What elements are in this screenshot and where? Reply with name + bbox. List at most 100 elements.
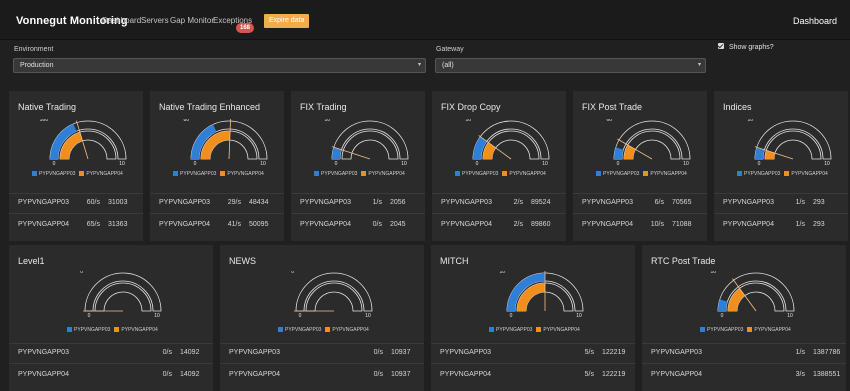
server-rate: 29/s	[227, 199, 241, 206]
card-title: FIX Drop Copy	[441, 102, 501, 112]
server-name: PYPVNGAPP04	[300, 221, 351, 228]
card-title: MITCH	[440, 256, 469, 266]
series-b-swatch	[536, 327, 542, 333]
series-b-label: PYPVNGAPP04	[227, 171, 264, 177]
card-divider	[9, 193, 143, 194]
environment-label: Environment	[14, 46, 54, 53]
show-graphs-toggle[interactable]: Show graphs?	[718, 43, 774, 51]
row-divider	[220, 363, 424, 364]
gauge-legend: PYPVNGAPP03 PYPVNGAPP04	[67, 327, 158, 333]
server-total: 70565	[672, 199, 692, 206]
series-a-label: PYPVNGAPP03	[321, 171, 358, 177]
card-divider	[150, 193, 284, 194]
gauge-max-label: 60	[606, 119, 612, 123]
server-name: PYPVNGAPP04	[651, 371, 702, 378]
card-title: Native Trading Enhanced	[159, 102, 261, 112]
gauge-legend: PYPVNGAPP03 PYPVNGAPP04	[737, 171, 828, 177]
series-a-swatch	[278, 327, 283, 333]
series-b-swatch	[643, 171, 649, 177]
server-name: PYPVNGAPP04	[18, 221, 69, 228]
gauge-legend: PYPVNGAPP03 PYPVNGAPP04	[596, 171, 687, 177]
series-b-label: PYPVNGAPP04	[368, 171, 405, 177]
server-total: 10937	[391, 371, 411, 378]
nav-link-servers[interactable]: Servers	[141, 16, 169, 25]
gateway-card-fix-post-trade: FIX Post Trade 60 0 10 PYPVNGAPP03 PYPVNGAPP0…	[573, 91, 707, 241]
server-rate: 1/s	[795, 199, 805, 206]
rate-gauge: 60 0 10	[606, 119, 691, 167]
server-name: PYPVNGAPP03	[651, 349, 702, 356]
gateway-card-level1: Level1 0 0 10 PYPVNGAPP03 PYPVNGAPP04 PYPVNGAP…	[9, 245, 213, 391]
gateway-card-rtc-post-trade: RTC Post Trade 10 0 10 PYPVNGAPP03 PYPVNGAPP0…	[642, 245, 846, 391]
environment-select-value: Production	[20, 62, 54, 69]
gauge-legend: PYPVNGAPP03 PYPVNGAPP04	[489, 327, 580, 333]
card-title: FIX Trading	[300, 102, 347, 112]
show-graphs-checkbox[interactable]	[718, 43, 724, 50]
series-a-swatch	[173, 171, 178, 177]
gateway-card-indices: Indices 10 0 10 PYPVNGAPP03 PYPVNGAPP04 PYPVNG…	[714, 91, 848, 241]
gauge-scale-min-label: 0	[721, 313, 724, 319]
server-rate: 60/s	[86, 199, 100, 206]
gauge-scale-min-label: 0	[88, 313, 91, 319]
row-divider	[291, 213, 425, 214]
nav-link-dashboard[interactable]: Dashboard	[102, 16, 141, 25]
card-divider	[642, 343, 846, 344]
gauge-inner-band	[94, 282, 152, 312]
series-b-swatch	[502, 171, 508, 177]
series-a-label: PYPVNGAPP03	[180, 171, 217, 177]
series-b-swatch	[747, 327, 753, 333]
gateway-select[interactable]: (all) ▾	[435, 58, 706, 73]
gauge-scale-max-label: 10	[576, 313, 582, 319]
row-divider	[9, 213, 143, 214]
server-name: PYPVNGAPP03	[159, 199, 210, 206]
series-b-label: PYPVNGAPP04	[332, 327, 369, 333]
expire-data-button[interactable]: Expire data	[264, 14, 310, 28]
server-total: 1388551	[813, 371, 841, 378]
series-b-label: PYPVNGAPP04	[509, 171, 546, 177]
series-a-label: PYPVNGAPP03	[39, 171, 76, 177]
server-name: PYPVNGAPP03	[18, 349, 69, 356]
series-a-label: PYPVNGAPP03	[496, 327, 533, 333]
server-rate: 5/s	[584, 371, 594, 378]
gauge-scale-min-label: 0	[617, 161, 620, 167]
server-total: 2056	[390, 199, 406, 206]
server-total: 48434	[249, 199, 269, 206]
server-name: PYPVNGAPP03	[723, 199, 774, 206]
rate-gauge: 10 0 10	[324, 119, 409, 167]
gauge-fill-series-b	[624, 145, 636, 159]
gauge-scale-min-label: 0	[510, 313, 513, 319]
gauge-legend: PYPVNGAPP03 PYPVNGAPP04	[173, 171, 264, 177]
series-b-swatch	[361, 171, 367, 177]
nav-link-gap-monitor[interactable]: Gap Monitor	[170, 16, 214, 25]
gauge-max-label: 0	[80, 271, 83, 275]
card-title: RTC Post Trade	[651, 256, 716, 266]
series-a-swatch	[67, 327, 72, 333]
gauge-max-label: 10	[747, 119, 753, 123]
series-b-swatch	[79, 171, 85, 177]
server-rate: 65/s	[86, 221, 100, 228]
card-divider	[714, 193, 848, 194]
server-name: PYPVNGAPP04	[440, 371, 491, 378]
server-total: 1387786	[813, 349, 841, 356]
environment-select[interactable]: Production ▾	[13, 58, 426, 73]
server-rate: 0/s	[162, 349, 172, 356]
gauge-max-label: 0	[291, 271, 294, 275]
server-name: PYPVNGAPP03	[441, 199, 492, 206]
show-graphs-label: Show graphs?	[728, 44, 774, 51]
gauge-scale-min-label: 0	[758, 161, 761, 167]
server-rate: 6/s	[654, 199, 664, 206]
server-rate: 1/s	[795, 221, 805, 228]
server-total: 293	[813, 199, 825, 206]
series-b-swatch	[114, 327, 120, 333]
gauge-needle	[617, 138, 653, 160]
server-rate: 1/s	[372, 199, 382, 206]
series-b-swatch	[784, 171, 790, 177]
server-rate: 5/s	[584, 349, 594, 356]
chevron-down-icon: ▾	[697, 62, 701, 68]
series-a-label: PYPVNGAPP03	[462, 171, 499, 177]
gauge-fill-series-a	[614, 147, 624, 159]
chevron-down-icon: ▾	[417, 62, 421, 68]
series-a-swatch	[455, 171, 460, 177]
gauge-scale-min-label: 0	[194, 161, 197, 167]
gauge-legend: PYPVNGAPP03 PYPVNGAPP04	[700, 327, 791, 333]
server-total: 122219	[602, 371, 626, 378]
